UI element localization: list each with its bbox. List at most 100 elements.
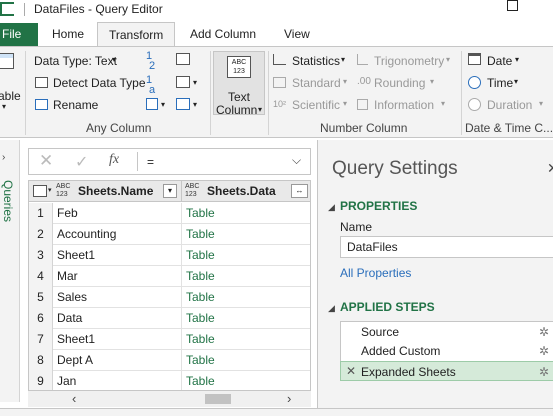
tab-transform[interactable]: Transform [97, 22, 176, 47]
step-source[interactable]: Source ✲ [340, 321, 553, 341]
tab-file[interactable]: File [0, 23, 38, 46]
cell-sheet-data[interactable]: Table [186, 245, 215, 266]
date-dropdown[interactable]: Date [487, 54, 512, 68]
expand-queries-icon[interactable]: › [2, 152, 5, 163]
duration-chevron-icon[interactable]: ▾ [539, 99, 543, 108]
cell-sheet-name[interactable]: Feb [57, 203, 78, 224]
table-row[interactable]: 7 Sheet1 Table [29, 329, 310, 350]
table-dropdown-icon[interactable]: ▾ [2, 102, 6, 111]
gear-icon[interactable]: ✲ [539, 365, 549, 379]
collapse-properties-icon[interactable]: ◢ [328, 202, 335, 213]
table-row[interactable]: 9 Jan Table [29, 371, 310, 390]
fill-down-icon[interactable] [146, 98, 158, 110]
statistics-dropdown[interactable]: Statistics [292, 54, 340, 68]
step-expanded-sheets[interactable]: ✕ Expanded Sheets ✲ [340, 361, 553, 381]
replace-values-icon[interactable]: 1 2 [146, 51, 155, 72]
row-number[interactable]: 1 [29, 203, 53, 224]
row-number[interactable]: 8 [29, 350, 53, 371]
unpivot-columns-icon[interactable] [176, 76, 190, 88]
table-row[interactable]: 2 Accounting Table [29, 224, 310, 245]
cell-sheet-data[interactable]: Table [186, 224, 215, 245]
gear-icon[interactable]: ✲ [539, 325, 549, 339]
cell-sheet-name[interactable]: Sales [57, 287, 87, 308]
pivot-column-icon[interactable] [176, 53, 190, 65]
scroll-right-icon[interactable]: › [287, 391, 291, 406]
text-column-button[interactable]: ABC 123 Text Column ▾ [213, 51, 265, 117]
gear-icon[interactable]: ✲ [539, 344, 549, 358]
query-name-input[interactable]: DataFiles [340, 236, 553, 258]
rounding-chevron-icon[interactable]: ▾ [430, 77, 434, 86]
replace-errors-icon[interactable]: 1 a [146, 75, 155, 96]
queries-pane[interactable]: › Queries [0, 140, 20, 402]
expand-formula-icon[interactable]: ⌵ [292, 153, 301, 168]
cell-sheet-name[interactable]: Data [57, 308, 82, 329]
table-button[interactable]: able [0, 89, 21, 103]
time-dropdown[interactable]: Time [487, 76, 513, 90]
cancel-formula-icon[interactable]: ✕ [39, 151, 53, 171]
cell-sheet-name[interactable]: Sheet1 [57, 329, 95, 350]
table-menu-icon[interactable] [33, 185, 47, 197]
row-number[interactable]: 7 [29, 329, 53, 350]
unpivot-dropdown-icon[interactable]: ▾ [193, 78, 197, 87]
cell-sheet-data[interactable]: Table [186, 371, 215, 390]
cell-sheet-name[interactable]: Jan [57, 371, 76, 390]
maximize-icon[interactable] [507, 0, 518, 11]
cell-sheet-data[interactable]: Table [186, 287, 215, 308]
insert-function-icon[interactable]: fx [109, 152, 119, 168]
standard-chevron-icon[interactable]: ▾ [343, 77, 347, 86]
row-number[interactable]: 6 [29, 308, 53, 329]
cell-sheet-data[interactable]: Table [186, 329, 215, 350]
table-row[interactable]: 8 Dept A Table [29, 350, 310, 371]
table-row[interactable]: 5 Sales Table [29, 287, 310, 308]
move-dropdown-icon[interactable]: ▾ [193, 100, 197, 109]
close-pane-icon[interactable]: ✕ [547, 160, 553, 177]
trigonometry-dropdown[interactable]: Trigonometry [374, 54, 444, 68]
delete-step-icon[interactable]: ✕ [346, 364, 356, 378]
information-chevron-icon[interactable]: ▾ [441, 99, 445, 108]
information-dropdown[interactable]: Information [374, 98, 434, 112]
tab-home[interactable]: Home [52, 23, 84, 46]
fill-dropdown-icon[interactable]: ▾ [161, 100, 165, 109]
row-number[interactable]: 5 [29, 287, 53, 308]
cell-sheet-name[interactable]: Dept A [57, 350, 93, 371]
move-icon[interactable] [176, 98, 190, 110]
column-header-name[interactable]: Sheets.Name [78, 184, 153, 198]
cell-sheet-data[interactable]: Table [186, 308, 215, 329]
data-type-dropdown[interactable]: Data Type: Text [34, 54, 117, 68]
rounding-dropdown[interactable]: Rounding [374, 76, 425, 90]
cell-sheet-name[interactable]: Sheet1 [57, 245, 95, 266]
row-number[interactable]: 2 [29, 224, 53, 245]
scroll-thumb[interactable] [205, 394, 231, 404]
cell-sheet-name[interactable]: Mar [57, 266, 78, 287]
tab-add-column[interactable]: Add Column [190, 23, 256, 46]
duration-dropdown[interactable]: Duration [487, 98, 532, 112]
row-number[interactable]: 4 [29, 266, 53, 287]
type-badge-icon[interactable]: ABC 123 [56, 183, 74, 199]
commit-formula-icon[interactable]: ✓ [75, 152, 88, 172]
cell-sheet-data[interactable]: Table [186, 350, 215, 371]
statistics-chevron-icon[interactable]: ▾ [341, 55, 345, 64]
table-row[interactable]: 1 Feb Table [29, 203, 310, 224]
row-number[interactable]: 3 [29, 245, 53, 266]
table-row[interactable]: 3 Sheet1 Table [29, 245, 310, 266]
expand-column-icon[interactable]: ↔ [291, 184, 308, 198]
rename-button[interactable]: Rename [53, 98, 98, 112]
table-row[interactable]: 4 Mar Table [29, 266, 310, 287]
all-properties-link[interactable]: All Properties [340, 266, 411, 280]
step-added-custom[interactable]: Added Custom ✲ [340, 341, 553, 361]
formula-input[interactable]: = [147, 155, 154, 169]
time-chevron-icon[interactable]: ▾ [514, 77, 518, 86]
scientific-chevron-icon[interactable]: ▾ [343, 99, 347, 108]
standard-dropdown[interactable]: Standard [292, 76, 341, 90]
type-badge-icon[interactable]: ABC 123 [185, 183, 203, 199]
table-menu-chevron-icon[interactable]: ▾ [48, 186, 52, 194]
table-row[interactable]: 6 Data Table [29, 308, 310, 329]
horizontal-scrollbar[interactable]: ‹ › [28, 391, 311, 407]
date-chevron-icon[interactable]: ▾ [515, 55, 519, 64]
collapse-applied-steps-icon[interactable]: ◢ [328, 303, 335, 314]
tab-view[interactable]: View [284, 23, 310, 46]
cell-sheet-data[interactable]: Table [186, 266, 215, 287]
row-number[interactable]: 9 [29, 371, 53, 390]
trigonometry-chevron-icon[interactable]: ▾ [446, 55, 450, 64]
scroll-left-icon[interactable]: ‹ [72, 391, 76, 406]
